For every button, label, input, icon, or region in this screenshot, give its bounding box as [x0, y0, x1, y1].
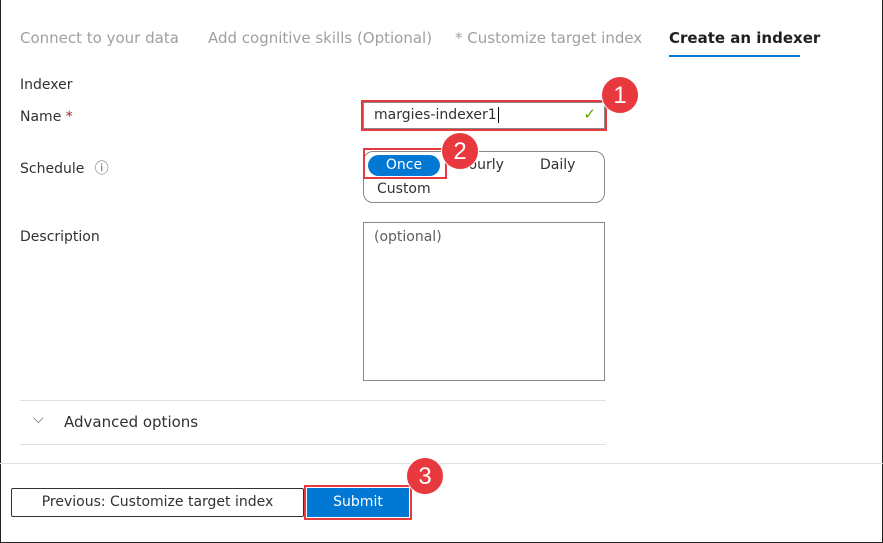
footer-divider	[0, 463, 883, 464]
schedule-option-custom[interactable]: Custom	[377, 181, 431, 197]
callout-box-once	[363, 148, 447, 179]
tab-customize-index[interactable]: * Customize target index	[455, 29, 642, 47]
required-marker: *	[65, 109, 73, 125]
callout-box-name	[361, 100, 607, 131]
tab-cognitive-skills[interactable]: Add cognitive skills (Optional)	[208, 29, 432, 47]
tab-create-indexer[interactable]: Create an indexer	[669, 29, 820, 47]
section-title: Indexer	[20, 77, 73, 93]
schedule-label-text: Schedule	[20, 161, 85, 177]
description-textarea[interactable]: (optional)	[363, 222, 605, 381]
description-placeholder: (optional)	[374, 229, 442, 245]
name-label: Name *	[20, 109, 73, 125]
previous-button[interactable]: Previous: Customize target index	[11, 488, 304, 517]
tab-connect-data[interactable]: Connect to your data	[20, 29, 179, 47]
info-icon[interactable]: ⓘ	[95, 161, 109, 177]
step-badge-1: 1	[601, 76, 639, 114]
step-badge-3: 3	[406, 457, 444, 495]
schedule-label: Schedule ⓘ	[20, 158, 109, 178]
advanced-options-toggle[interactable]: Advanced options	[64, 413, 198, 431]
description-label: Description	[20, 229, 100, 245]
chevron-down-icon[interactable]: ⌵	[33, 411, 44, 427]
divider	[20, 444, 606, 445]
active-tab-indicator	[669, 55, 800, 57]
step-badge-2: 2	[441, 132, 479, 170]
name-label-text: Name	[20, 109, 62, 125]
divider	[20, 400, 606, 401]
callout-box-submit	[304, 485, 412, 520]
schedule-option-daily[interactable]: Daily	[540, 157, 575, 173]
